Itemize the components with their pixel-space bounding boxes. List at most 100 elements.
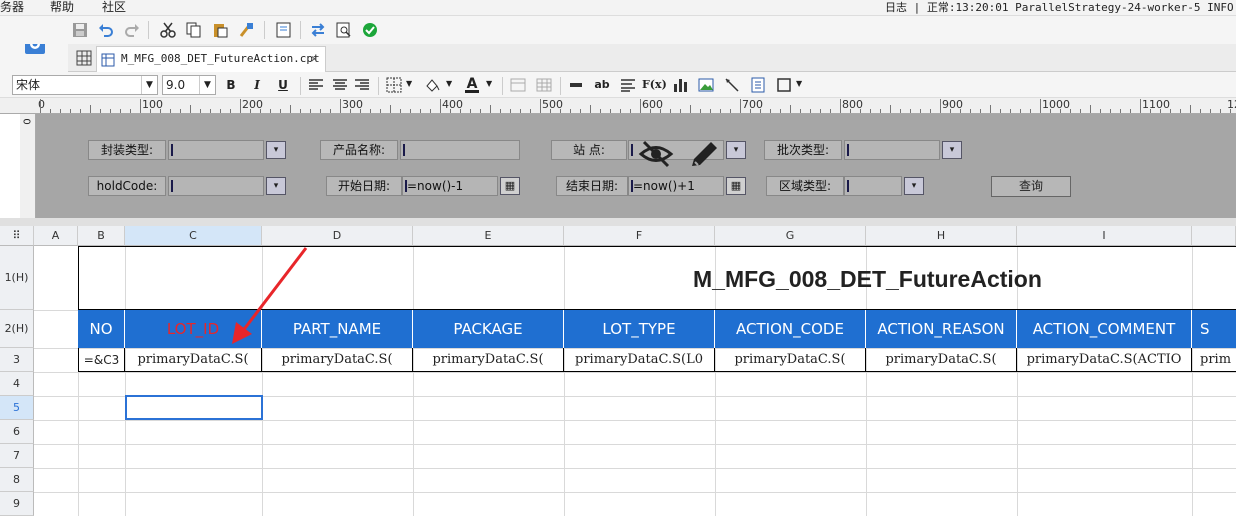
column-header[interactable]: H [866, 226, 1017, 246]
area-type-dropdown-icon[interactable]: ▾ [904, 177, 924, 195]
cut-icon[interactable] [158, 20, 178, 40]
data-cell[interactable]: primaryDataC.S( [715, 348, 866, 372]
data-cell[interactable]: primaryDataC.S(ACTIO [1017, 348, 1192, 372]
save-icon[interactable] [70, 20, 90, 40]
wrap-text-icon[interactable] [618, 75, 638, 95]
chevron-down-icon[interactable]: ▼ [796, 79, 802, 88]
hidden-eye-icon[interactable] [638, 138, 674, 170]
ruler-tick [170, 109, 171, 113]
data-cell[interactable]: primaryDataC.S(L0 [564, 348, 715, 372]
column-header[interactable]: C [125, 226, 262, 246]
close-tab-icon[interactable]: ✕ [311, 47, 318, 71]
row-header[interactable]: 6 [0, 420, 34, 444]
row-header[interactable]: 3 [0, 348, 34, 372]
column-header[interactable]: G [715, 226, 866, 246]
split-cells-icon[interactable] [534, 75, 554, 95]
row-header[interactable]: 2(H) [0, 310, 34, 348]
column-header[interactable]: E [413, 226, 564, 246]
grid-icon[interactable] [76, 50, 92, 66]
undo-icon[interactable] [96, 20, 116, 40]
data-cell[interactable]: primaryDataC.S( [866, 348, 1017, 372]
area-type-input[interactable] [844, 176, 902, 196]
data-cell[interactable]: prim [1192, 348, 1236, 372]
chevron-down-icon[interactable]: ▼ [446, 79, 452, 88]
row-header[interactable]: 9 [0, 492, 34, 516]
format-painter-icon[interactable] [236, 20, 256, 40]
switch-icon[interactable] [308, 20, 328, 40]
border-icon[interactable] [384, 75, 404, 95]
header-cell-action-code[interactable]: ACTION_CODE [715, 310, 866, 348]
chevron-down-icon[interactable]: ▼ [406, 79, 412, 88]
column-header[interactable]: A [34, 226, 78, 246]
redo-icon[interactable] [122, 20, 142, 40]
align-left-icon[interactable] [306, 75, 326, 95]
underline-button[interactable]: U [274, 76, 292, 94]
menu-server[interactable]: 务器 [0, 0, 24, 15]
row-header[interactable]: 7 [0, 444, 34, 468]
check-icon[interactable] [360, 20, 380, 40]
menu-help[interactable]: 帮助 [50, 0, 74, 15]
row-header[interactable]: 5 [0, 396, 34, 420]
tab-report-file[interactable]: M_MFG_008_DET_FutureAction.cpt ✕ [96, 46, 326, 72]
ruler-tick [320, 109, 321, 113]
column-header[interactable]: D [262, 226, 413, 246]
header-cell-partial[interactable]: S [1192, 310, 1236, 348]
header-cell-no[interactable]: NO [78, 310, 125, 348]
lot-type-dropdown-icon[interactable]: ▾ [942, 141, 962, 159]
lot-type-input[interactable] [844, 140, 940, 160]
italic-button[interactable]: I [248, 76, 266, 94]
barcode-icon[interactable] [748, 75, 768, 95]
column-header[interactable]: B [78, 226, 125, 246]
header-cell-lot-type[interactable]: LOT_TYPE [564, 310, 715, 348]
column-header[interactable]: F [564, 226, 715, 246]
station-dropdown-icon[interactable]: ▾ [726, 141, 746, 159]
menu-community[interactable]: 社区 [102, 0, 126, 15]
fill-color-icon[interactable] [422, 75, 442, 95]
query-button[interactable]: 查询 [991, 176, 1071, 197]
end-date-input[interactable]: =now()+1 [628, 176, 724, 196]
product-name-input[interactable] [400, 140, 520, 160]
align-center-icon[interactable] [330, 75, 350, 95]
start-date-input[interactable]: =now()-1 [402, 176, 498, 196]
search-icon[interactable] [334, 20, 354, 40]
header-cell-action-comment[interactable]: ACTION_COMMENT [1017, 310, 1192, 348]
pencil-icon[interactable] [686, 138, 720, 170]
column-header[interactable] [1192, 226, 1236, 246]
data-cell[interactable]: primaryDataC.S( [125, 348, 262, 372]
bold-button[interactable]: B [222, 76, 240, 94]
row-header[interactable]: 1(H) [0, 246, 34, 310]
image-icon[interactable] [696, 75, 716, 95]
select-all-icon[interactable]: ⠿ [0, 226, 34, 246]
hold-code-input[interactable] [168, 176, 264, 196]
align-right-icon[interactable] [352, 75, 372, 95]
data-cell[interactable]: =&C3 [78, 348, 125, 372]
column-header[interactable]: I [1017, 226, 1192, 246]
calendar-icon[interactable]: ▦ [726, 177, 746, 195]
formula-button[interactable]: F(x) [642, 76, 667, 94]
text-field-icon[interactable] [566, 75, 586, 95]
font-color-icon[interactable]: A [462, 75, 482, 95]
preview-icon[interactable] [274, 20, 294, 40]
row-header[interactable]: 8 [0, 468, 34, 492]
package-type-dropdown-icon[interactable]: ▾ [266, 141, 286, 159]
chart-icon[interactable] [670, 75, 690, 95]
row-header[interactable]: 4 [0, 372, 34, 396]
font-family-select[interactable]: 宋体 ▼ [12, 75, 158, 95]
ruler-tick [1080, 109, 1081, 113]
hold-code-dropdown-icon[interactable]: ▾ [266, 177, 286, 195]
merge-cells-icon[interactable] [508, 75, 528, 95]
selected-cell[interactable] [125, 395, 263, 420]
paste-icon[interactable] [210, 20, 230, 40]
chevron-down-icon[interactable]: ▼ [486, 79, 492, 88]
data-cell[interactable]: primaryDataC.S( [413, 348, 564, 372]
cell-border-icon[interactable] [774, 75, 794, 95]
header-cell-package[interactable]: PACKAGE [413, 310, 564, 348]
text-ab-button[interactable]: ab [592, 76, 612, 94]
data-cell[interactable]: primaryDataC.S( [262, 348, 413, 372]
header-cell-action-reason[interactable]: ACTION_REASON [866, 310, 1017, 348]
font-size-select[interactable]: 9.0 ▼ [162, 75, 216, 95]
package-type-input[interactable] [168, 140, 264, 160]
calendar-icon[interactable]: ▦ [500, 177, 520, 195]
slash-icon[interactable] [722, 75, 742, 95]
copy-icon[interactable] [184, 20, 204, 40]
